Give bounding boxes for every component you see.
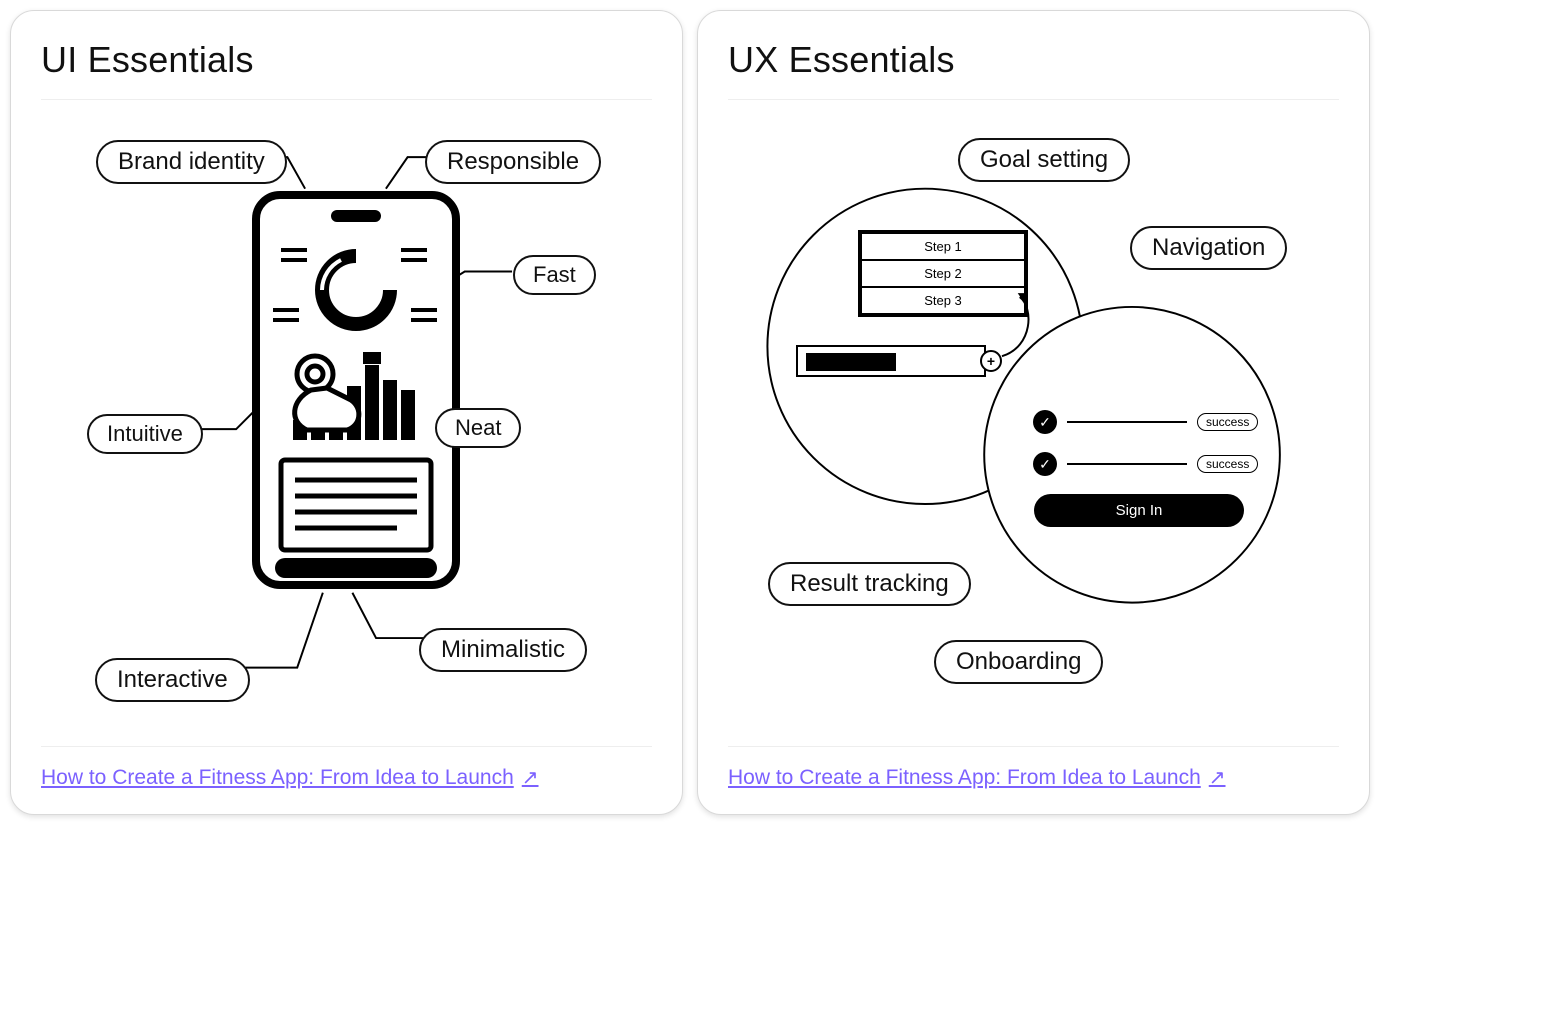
label-neat: Neat <box>435 408 521 448</box>
check-icon: ✓ <box>1033 410 1057 434</box>
success-row: ✓ success <box>1033 410 1258 434</box>
label-fast: Fast <box>513 255 596 295</box>
ui-card: UI Essentials <box>10 10 683 815</box>
success-pill: success <box>1197 455 1258 473</box>
ux-footer-link[interactable]: How to Create a Fitness App: From Idea t… <box>728 765 1226 790</box>
steps-list: Step 1 Step 2 Step 3 <box>858 230 1028 317</box>
label-minimalistic: Minimalistic <box>419 628 587 672</box>
label-navigation: Navigation <box>1130 226 1287 270</box>
plus-icon: + <box>980 350 1002 372</box>
link-text: How to Create a Fitness App: From Idea t… <box>41 766 514 790</box>
label-result-tracking: Result tracking <box>768 562 971 606</box>
label-intuitive: Intuitive <box>87 414 203 454</box>
ui-title: UI Essentials <box>41 39 652 100</box>
ux-title: UX Essentials <box>728 39 1339 100</box>
check-icon: ✓ <box>1033 452 1057 476</box>
ui-illustration: Brand identity Responsible Fast Intuitiv… <box>41 100 652 740</box>
link-text: How to Create a Fitness App: From Idea t… <box>728 766 1201 790</box>
ux-illustration: Step 1 Step 2 Step 3 + ✓ success ✓ succe… <box>728 100 1339 740</box>
label-brand-identity: Brand identity <box>96 140 287 184</box>
step-row: Step 2 <box>862 259 1024 286</box>
phone-icon <box>251 190 461 590</box>
ux-card: UX Essentials Step 1 Step 2 Step 3 + <box>697 10 1370 815</box>
step-row: Step 1 <box>862 234 1024 259</box>
ui-footer-link[interactable]: How to Create a Fitness App: From Idea t… <box>41 765 539 790</box>
progress-field <box>796 345 986 377</box>
label-onboarding: Onboarding <box>934 640 1103 684</box>
sign-in-button: Sign In <box>1034 494 1244 527</box>
label-goal-setting: Goal setting <box>958 138 1130 182</box>
label-interactive: Interactive <box>95 658 250 702</box>
external-link-icon: ↗ <box>1209 765 1226 790</box>
label-responsible: Responsible <box>425 140 601 184</box>
success-pill: success <box>1197 413 1258 431</box>
success-row: ✓ success <box>1033 452 1258 476</box>
external-link-icon: ↗ <box>522 765 539 790</box>
step-row: Step 3 <box>862 286 1024 313</box>
